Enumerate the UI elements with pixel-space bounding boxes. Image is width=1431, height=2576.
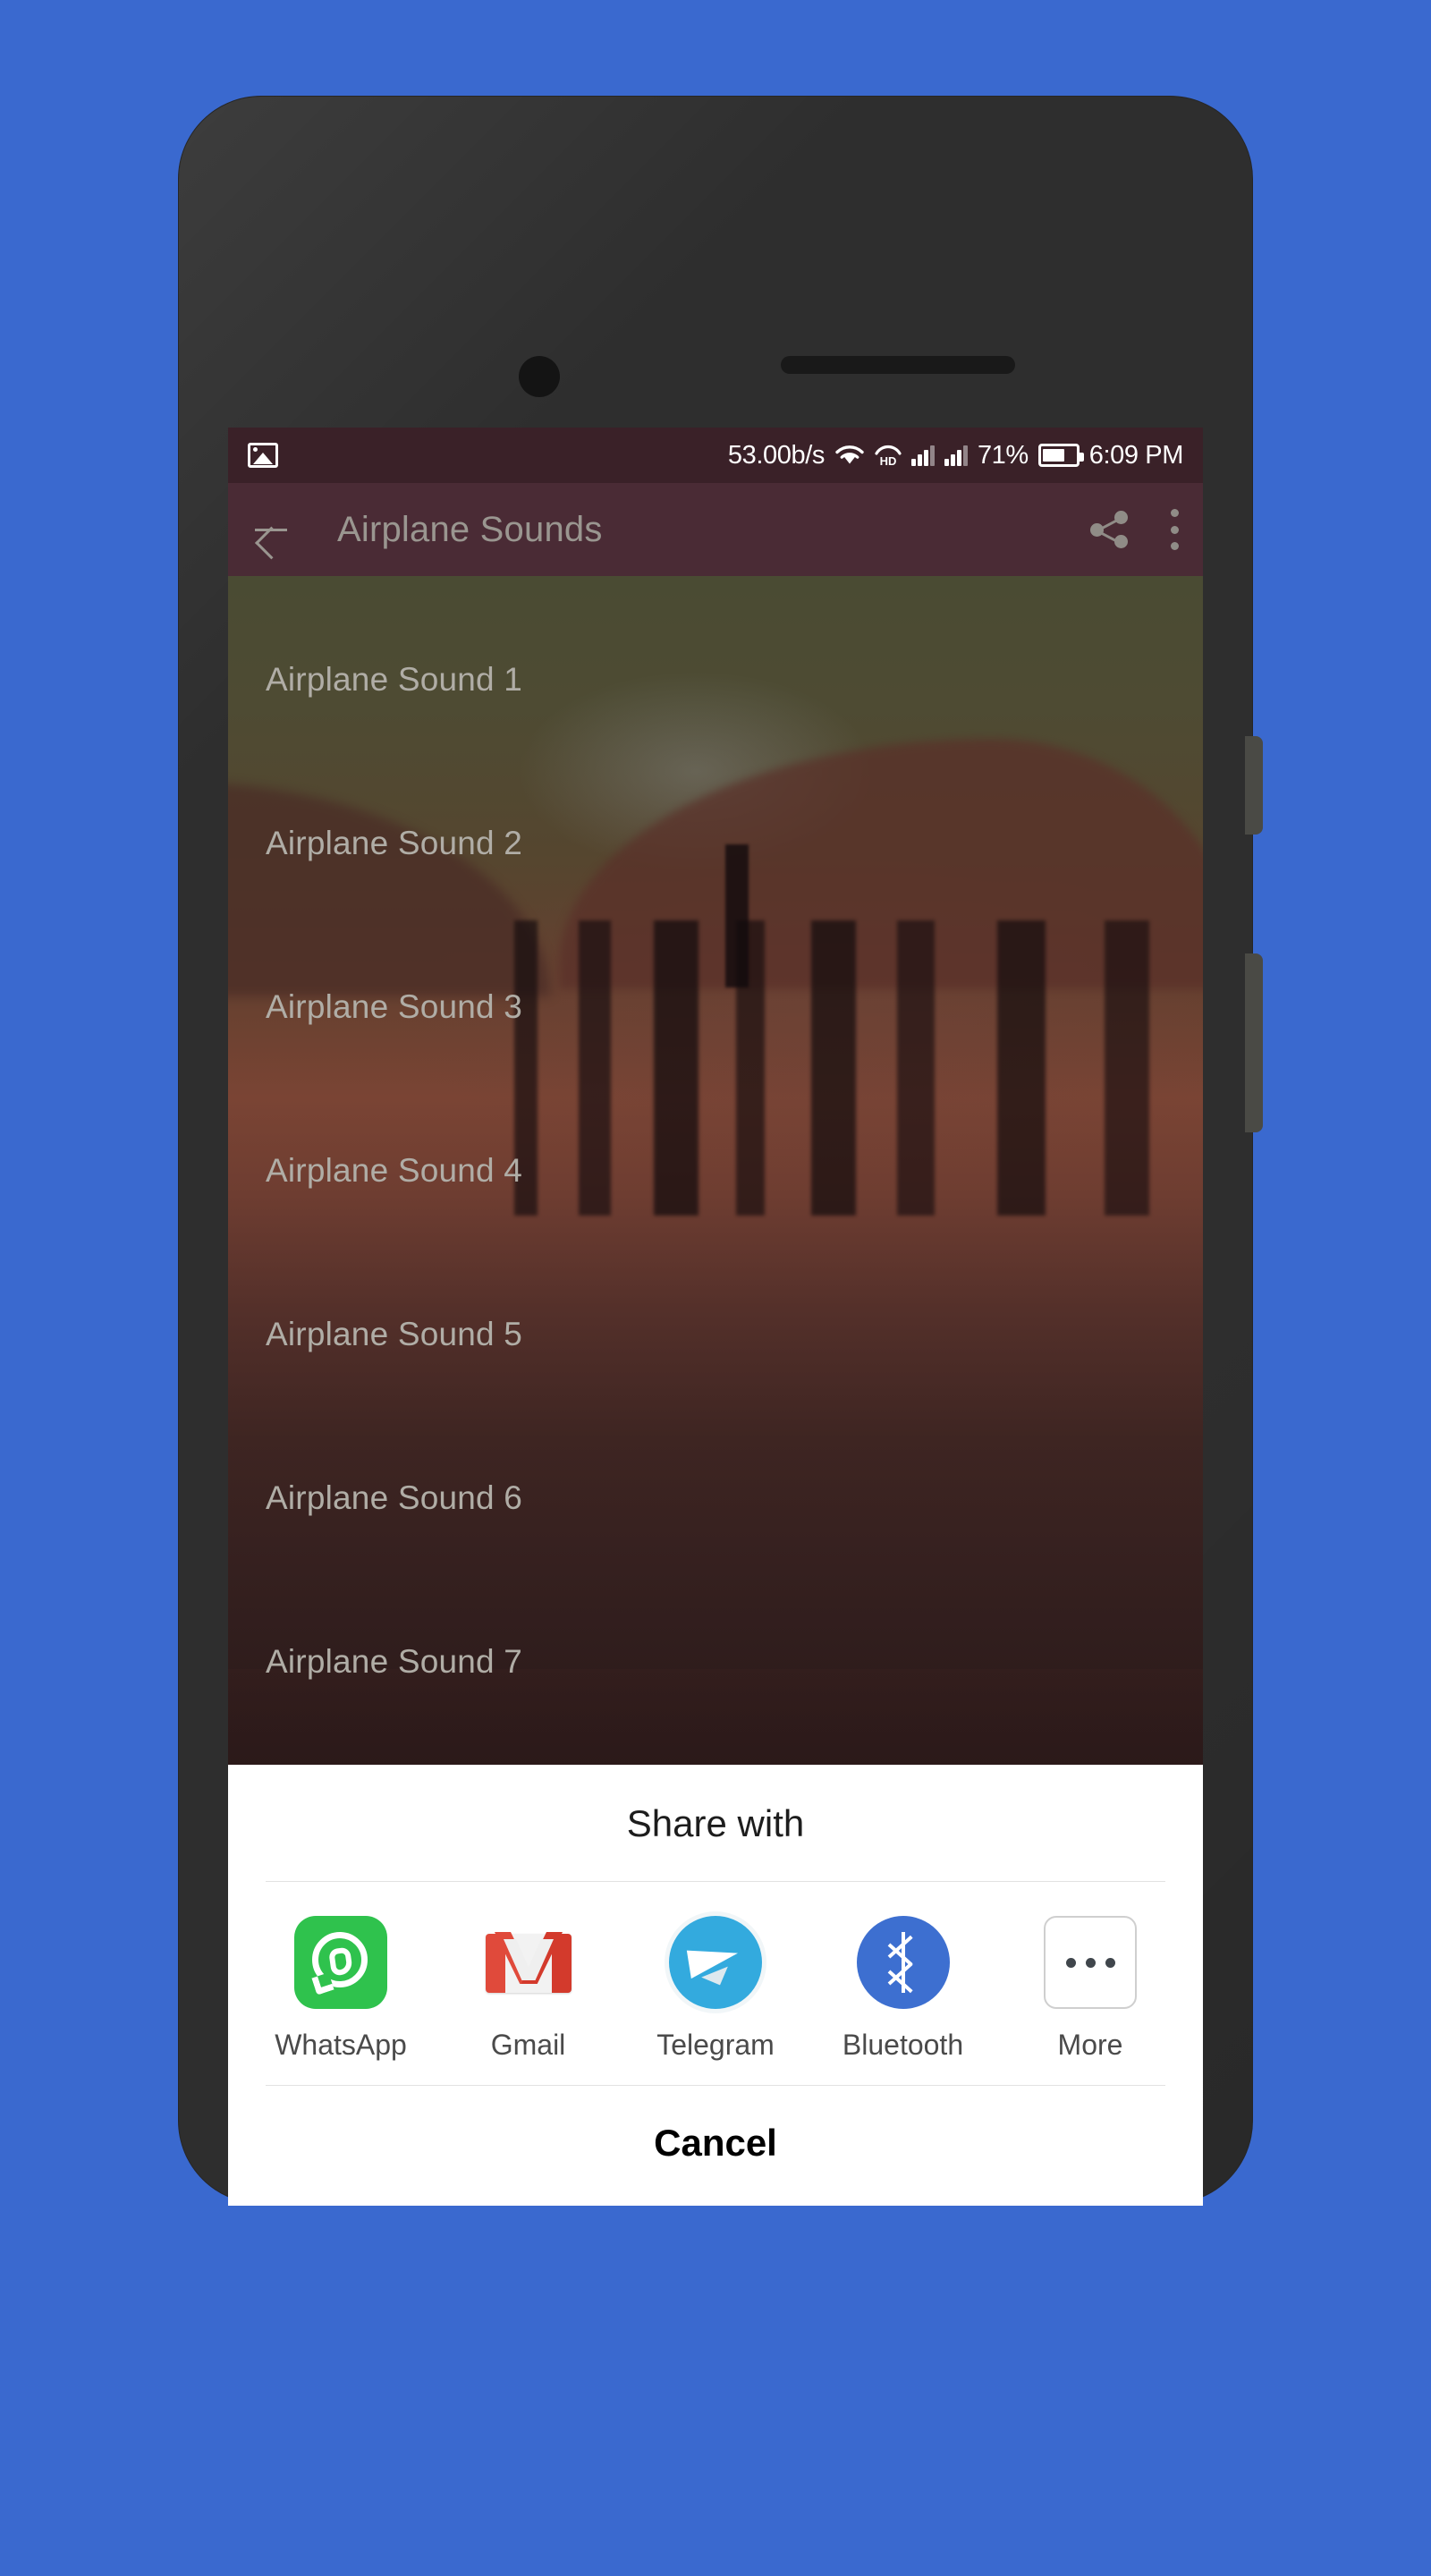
share-target-label: WhatsApp	[275, 2029, 407, 2061]
signal-bars-sim1	[910, 445, 935, 466]
earpiece-speaker	[781, 356, 1015, 374]
network-speed-label: 53.00b/s	[727, 440, 825, 470]
page-title: Airplane Sounds	[337, 509, 603, 549]
share-target-more[interactable]: More	[1019, 1916, 1162, 2062]
hd-voice-icon: HD	[875, 445, 902, 466]
svg-text:HD: HD	[880, 454, 897, 466]
app-toolbar: Airplane Sounds	[228, 483, 1203, 576]
list-item[interactable]: Airplane Sound 2	[228, 761, 1203, 925]
list-item[interactable]: Airplane Sound 4	[228, 1089, 1203, 1252]
wifi-icon	[835, 445, 864, 464]
list-item[interactable]: Airplane Sound 1	[228, 597, 1203, 761]
share-target-telegram[interactable]: Telegram	[644, 1916, 787, 2062]
share-bottom-sheet: Share with WhatsApp Gmail Telegram Bluet…	[228, 1765, 1203, 2206]
share-target-label: Gmail	[490, 2029, 566, 2061]
list-item-label: Airplane Sound 6	[266, 1479, 523, 1516]
battery-percent-label: 71%	[977, 440, 1029, 470]
share-target-gmail[interactable]: Gmail	[457, 1916, 600, 2062]
share-icon[interactable]	[1090, 510, 1130, 549]
status-bar-right: 53.00b/s HD 71% 6:09 PM	[727, 440, 1184, 470]
share-target-whatsapp[interactable]: WhatsApp	[269, 1916, 412, 2062]
power-button[interactable]	[1245, 736, 1263, 835]
share-target-label: More	[1057, 2029, 1123, 2061]
more-horiz-icon	[1044, 1916, 1137, 2009]
front-camera-icon	[519, 356, 560, 397]
gmail-icon	[482, 1916, 575, 2009]
list-item-label: Airplane Sound 2	[266, 824, 523, 861]
share-target-label: Telegram	[656, 2029, 775, 2061]
volume-button[interactable]	[1245, 953, 1263, 1132]
status-bar-left	[248, 443, 278, 468]
image-icon	[248, 443, 278, 468]
phone-screen: 53.00b/s HD 71% 6:09 PM Airplane Sounds	[228, 428, 1203, 2206]
list-item[interactable]: Airplane Sound 5	[228, 1252, 1203, 1416]
share-target-bluetooth[interactable]: Bluetooth	[832, 1916, 975, 2062]
cancel-button[interactable]: Cancel	[228, 2086, 1203, 2206]
list-item-label: Airplane Sound 7	[266, 1642, 523, 1680]
share-targets-row: WhatsApp Gmail Telegram Bluetooth More	[228, 1882, 1203, 2085]
clock-label: 6:09 PM	[1088, 440, 1184, 470]
telegram-icon	[669, 1916, 762, 2009]
status-bar: 53.00b/s HD 71% 6:09 PM	[228, 428, 1203, 483]
list-item[interactable]: Airplane Sound 7	[228, 1580, 1203, 1743]
more-vert-icon[interactable]	[1169, 509, 1180, 550]
signal-bars-sim2	[944, 445, 968, 466]
bluetooth-icon	[856, 1916, 950, 2009]
list-item[interactable]: Airplane Sound 3	[228, 925, 1203, 1089]
list-item-label: Airplane Sound 4	[266, 1151, 523, 1189]
toolbar-actions	[1090, 509, 1180, 550]
list-item-label: Airplane Sound 1	[266, 660, 523, 698]
list-item[interactable]: Airplane Sound 6	[228, 1416, 1203, 1580]
list-item-label: Airplane Sound 3	[266, 987, 523, 1025]
share-target-label: Bluetooth	[842, 2029, 964, 2061]
share-sheet-title: Share with	[626, 1802, 805, 1844]
battery-icon	[1037, 444, 1084, 467]
arrow-back-icon[interactable]	[251, 510, 291, 549]
list-item-label: Airplane Sound 5	[266, 1315, 523, 1352]
whatsapp-icon	[294, 1916, 387, 2009]
